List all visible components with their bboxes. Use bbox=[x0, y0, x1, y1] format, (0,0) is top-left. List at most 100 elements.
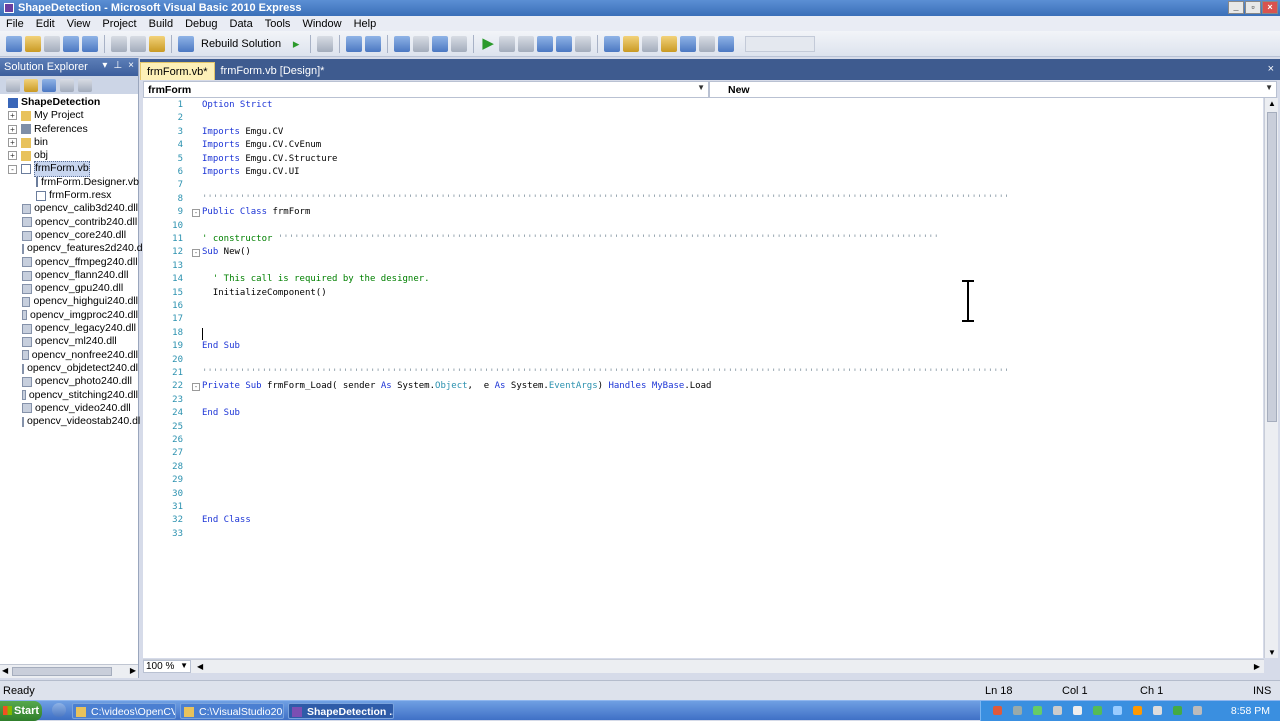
play-icon[interactable]: ▸ bbox=[288, 36, 304, 52]
code-line[interactable]: 23 bbox=[143, 394, 1263, 407]
tray-network-icon[interactable] bbox=[1013, 706, 1022, 715]
copy-icon[interactable] bbox=[130, 35, 146, 52]
code-line[interactable]: 18 bbox=[143, 327, 1263, 340]
menu-data[interactable]: Data bbox=[224, 18, 259, 30]
tree-item[interactable]: opencv_legacy240.dll bbox=[0, 322, 138, 335]
refresh-icon[interactable] bbox=[42, 78, 56, 92]
minimize-button[interactable]: _ bbox=[1228, 1, 1244, 14]
step-over-icon[interactable] bbox=[556, 35, 573, 52]
code-line[interactable]: 5 Imports Emgu.CV.Structure bbox=[143, 153, 1263, 166]
code-line[interactable]: 28 bbox=[143, 461, 1263, 474]
save-icon[interactable] bbox=[63, 35, 79, 52]
solution-explorer-icon[interactable] bbox=[604, 35, 621, 52]
tree-item[interactable]: opencv_photo240.dll bbox=[0, 375, 138, 388]
cut-icon[interactable] bbox=[111, 35, 127, 52]
output-window-icon[interactable] bbox=[718, 35, 735, 52]
tray-app-icon[interactable] bbox=[993, 706, 1002, 715]
zoom-combo[interactable]: 100 % ▼ bbox=[143, 660, 191, 673]
find-icon[interactable] bbox=[317, 35, 334, 52]
object-browser-icon[interactable] bbox=[642, 35, 659, 52]
view-designer-icon[interactable] bbox=[78, 78, 92, 92]
panel-close-icon[interactable]: × bbox=[128, 60, 134, 71]
tree-item[interactable]: opencv_objdetect240.dl bbox=[0, 362, 138, 375]
scroll-right-icon[interactable]: ▶ bbox=[130, 666, 136, 675]
rebuild-solution-button[interactable]: Rebuild Solution bbox=[201, 38, 281, 50]
tree-item[interactable]: - frmForm.vb bbox=[0, 161, 138, 177]
paste-icon[interactable] bbox=[149, 35, 165, 52]
solution-config-combo[interactable] bbox=[745, 35, 816, 52]
tray-update-icon[interactable] bbox=[1093, 706, 1102, 715]
new-project-icon[interactable] bbox=[6, 35, 22, 52]
start-button[interactable]: Start bbox=[0, 701, 42, 721]
tray-browser-icon[interactable] bbox=[1113, 706, 1122, 715]
scroll-down-icon[interactable]: ▼ bbox=[1268, 648, 1276, 657]
code-line[interactable]: 13 bbox=[143, 260, 1263, 273]
undo-icon[interactable] bbox=[394, 35, 411, 52]
code-line[interactable]: 32 End Class bbox=[143, 514, 1263, 527]
rebuild-icon[interactable] bbox=[178, 35, 194, 52]
pin-icon[interactable]: ⊥ bbox=[113, 60, 122, 71]
code-line[interactable]: 17 bbox=[143, 313, 1263, 326]
code-line[interactable]: 16 bbox=[143, 300, 1263, 313]
collapse-icon[interactable]: - bbox=[8, 164, 17, 174]
code-line[interactable]: 26 bbox=[143, 434, 1263, 447]
tab-design[interactable]: frmForm.vb [Design]* bbox=[215, 62, 331, 80]
tree-item[interactable]: frmForm.Designer.vb bbox=[0, 176, 139, 189]
start-debugging-icon[interactable]: ▶ bbox=[480, 35, 496, 52]
code-line[interactable]: 8 '''''''''''''''''''''''''''''''''''''''… bbox=[143, 193, 1263, 206]
editor-vertical-scrollbar[interactable]: ▲ ▼ bbox=[1264, 98, 1278, 658]
ie-quicklaunch-icon[interactable] bbox=[52, 703, 66, 717]
close-document-icon[interactable]: × bbox=[1268, 63, 1274, 75]
code-line[interactable]: 1 Option Strict bbox=[143, 99, 1263, 112]
properties-icon[interactable] bbox=[623, 35, 640, 52]
code-line[interactable]: 21 ''''''''''''''''''''''''''''''''''''''… bbox=[143, 367, 1263, 380]
tree-item[interactable]: opencv_imgproc240.dll bbox=[0, 309, 138, 322]
method-name-combo[interactable]: New ▼ bbox=[709, 81, 1277, 98]
code-line[interactable]: 3 Imports Emgu.CV bbox=[143, 126, 1263, 139]
navigate-backward-icon[interactable] bbox=[432, 35, 449, 52]
step-into-icon[interactable] bbox=[537, 35, 554, 52]
tray-device-icon[interactable] bbox=[1153, 706, 1162, 715]
uncomment-icon[interactable] bbox=[365, 35, 382, 52]
code-line[interactable]: 33 bbox=[143, 528, 1263, 541]
tree-item[interactable]: opencv_core240.dll bbox=[0, 229, 138, 242]
outline-collapse-icon[interactable]: - bbox=[192, 209, 200, 218]
tree-item[interactable]: + obj bbox=[0, 149, 138, 162]
expand-icon[interactable]: + bbox=[8, 111, 17, 121]
menu-help[interactable]: Help bbox=[348, 18, 383, 30]
code-line[interactable]: 6 Imports Emgu.CV.UI bbox=[143, 166, 1263, 179]
start-page-icon[interactable] bbox=[699, 35, 716, 52]
save-all-icon[interactable] bbox=[82, 35, 98, 52]
properties-icon[interactable] bbox=[6, 78, 20, 92]
tree-item[interactable]: + My Project bbox=[0, 109, 138, 122]
stop-icon[interactable] bbox=[518, 35, 535, 52]
code-editor[interactable]: 1 Option Strict 2 3 Imports Emgu.CV 4 Imports … bbox=[143, 98, 1263, 658]
panel-menu-icon[interactable]: ▾ bbox=[102, 60, 107, 71]
class-name-combo[interactable]: frmForm ▼ bbox=[143, 81, 709, 98]
tab-code[interactable]: frmForm.vb* bbox=[140, 62, 215, 80]
tree-item[interactable]: opencv_features2d240.d bbox=[0, 242, 143, 255]
add-item-icon[interactable] bbox=[44, 35, 60, 52]
step-out-icon[interactable] bbox=[575, 35, 592, 52]
code-line[interactable]: 31 bbox=[143, 501, 1263, 514]
taskbar-clock[interactable]: 8:58 PM bbox=[1231, 705, 1270, 717]
expand-icon[interactable]: + bbox=[8, 151, 17, 161]
code-line[interactable]: 7 bbox=[143, 179, 1263, 192]
scroll-left-icon[interactable]: ◀ bbox=[197, 662, 203, 671]
tree-item[interactable]: + References bbox=[0, 123, 138, 136]
menu-file[interactable]: File bbox=[0, 18, 30, 30]
outline-collapse-icon[interactable]: - bbox=[192, 249, 200, 258]
menu-view[interactable]: View bbox=[61, 18, 97, 30]
code-line[interactable]: 30 bbox=[143, 488, 1263, 501]
code-line[interactable]: 9- Public Class frmForm bbox=[143, 206, 1263, 219]
taskbar-item-explorer-videos[interactable]: C:\videos\OpenCV... bbox=[72, 703, 176, 719]
toolbox-icon[interactable] bbox=[661, 35, 678, 52]
taskbar-item-explorer-vs[interactable]: C:\VisualStudio201... bbox=[180, 703, 284, 719]
code-line[interactable]: 10 bbox=[143, 220, 1263, 233]
code-line[interactable]: 20 bbox=[143, 354, 1263, 367]
code-line[interactable]: 29 bbox=[143, 474, 1263, 487]
redo-icon[interactable] bbox=[413, 35, 430, 52]
scroll-thumb[interactable] bbox=[1267, 112, 1277, 422]
tray-volume-icon[interactable] bbox=[1073, 706, 1082, 715]
open-file-icon[interactable] bbox=[25, 35, 41, 52]
